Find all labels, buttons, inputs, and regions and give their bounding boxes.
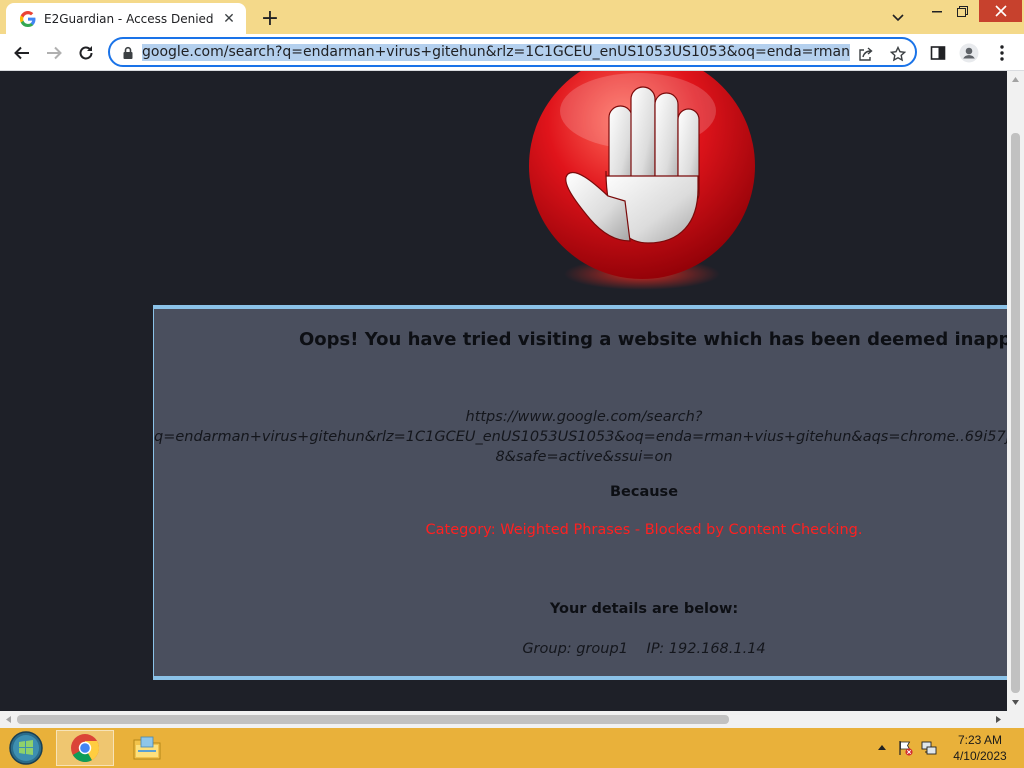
- vertical-scroll-thumb[interactable]: [1011, 133, 1020, 693]
- user-details: Group: group1 IP: 192.168.1.14: [154, 641, 1007, 657]
- minimize-icon[interactable]: [926, 0, 948, 22]
- share-icon[interactable]: [856, 44, 876, 64]
- url-text[interactable]: google.com/search?q=endarman+virus+giteh…: [142, 44, 850, 61]
- vertical-scrollbar[interactable]: [1007, 71, 1024, 711]
- forward-icon: [41, 40, 67, 66]
- reload-icon[interactable]: [73, 40, 99, 66]
- address-bar[interactable]: google.com/search?q=endarman+virus+giteh…: [108, 37, 917, 67]
- bookmark-star-icon[interactable]: [888, 44, 908, 64]
- scroll-right-icon[interactable]: [994, 715, 1003, 724]
- block-reason: Category: Weighted Phrases - Blocked by …: [425, 522, 863, 538]
- start-icon[interactable]: [6, 729, 46, 767]
- chrome-icon[interactable]: [56, 730, 114, 766]
- page-viewport: Oops! You have tried visiting a website …: [0, 71, 1007, 711]
- blocked-url-line: 8&safe=active&ssui=on: [495, 449, 673, 465]
- browser-toolbar: google.com/search?q=endarman+virus+giteh…: [0, 34, 1024, 71]
- page-title: Oops! You have tried visiting a website …: [299, 329, 1007, 350]
- group-value: Group: group1: [522, 641, 628, 657]
- access-denied-panel: Oops! You have tried visiting a website …: [153, 305, 1007, 680]
- browser-tab[interactable]: E2Guardian - Access Denied ✕: [6, 3, 246, 34]
- profile-icon[interactable]: [958, 42, 980, 64]
- window-close-icon[interactable]: [979, 0, 1022, 22]
- details-label: Your details are below:: [549, 601, 739, 617]
- blocked-url-line: https://www.google.com/search?: [465, 409, 703, 425]
- scroll-left-icon[interactable]: [4, 715, 13, 724]
- action-center-flag-icon[interactable]: [897, 740, 913, 756]
- horizontal-scrollbar[interactable]: [0, 711, 1024, 728]
- tray-arrow-icon[interactable]: [874, 740, 890, 756]
- blocked-url-line: q=endarman+virus+gitehun&rlz=1C1GCEU_enU…: [154, 429, 1007, 445]
- file-explorer-icon[interactable]: [118, 730, 176, 766]
- stop-hand-icon: [529, 71, 755, 290]
- tab-search-icon[interactable]: [888, 8, 908, 28]
- google-favicon-icon: [20, 10, 36, 27]
- close-tab-icon[interactable]: ✕: [220, 10, 238, 28]
- ip-value: IP: 192.168.1.14: [646, 641, 766, 657]
- new-tab-icon[interactable]: +: [258, 6, 282, 31]
- side-panel-icon[interactable]: [927, 42, 949, 64]
- back-icon[interactable]: [9, 40, 35, 66]
- restore-icon[interactable]: [951, 0, 973, 22]
- scroll-up-icon[interactable]: [1011, 75, 1020, 84]
- lock-icon[interactable]: [121, 45, 135, 59]
- tab-title: E2Guardian - Access Denied: [44, 11, 214, 26]
- system-clock[interactable]: 7:23 AM 4/10/2023: [944, 732, 1016, 764]
- menu-icon[interactable]: [991, 42, 1013, 64]
- horizontal-scroll-thumb[interactable]: [17, 715, 729, 724]
- scroll-down-icon[interactable]: [1011, 698, 1020, 707]
- because-label: Because: [609, 484, 679, 500]
- tab-strip: E2Guardian - Access Denied ✕ +: [0, 0, 1024, 34]
- clock-date: 4/10/2023: [953, 749, 1007, 763]
- taskbar: 7:23 AM 4/10/2023: [0, 728, 1024, 768]
- network-icon[interactable]: [921, 740, 937, 756]
- blocked-url: https://www.google.com/search? q=endarma…: [154, 407, 1007, 467]
- clock-time: 7:23 AM: [957, 733, 1003, 747]
